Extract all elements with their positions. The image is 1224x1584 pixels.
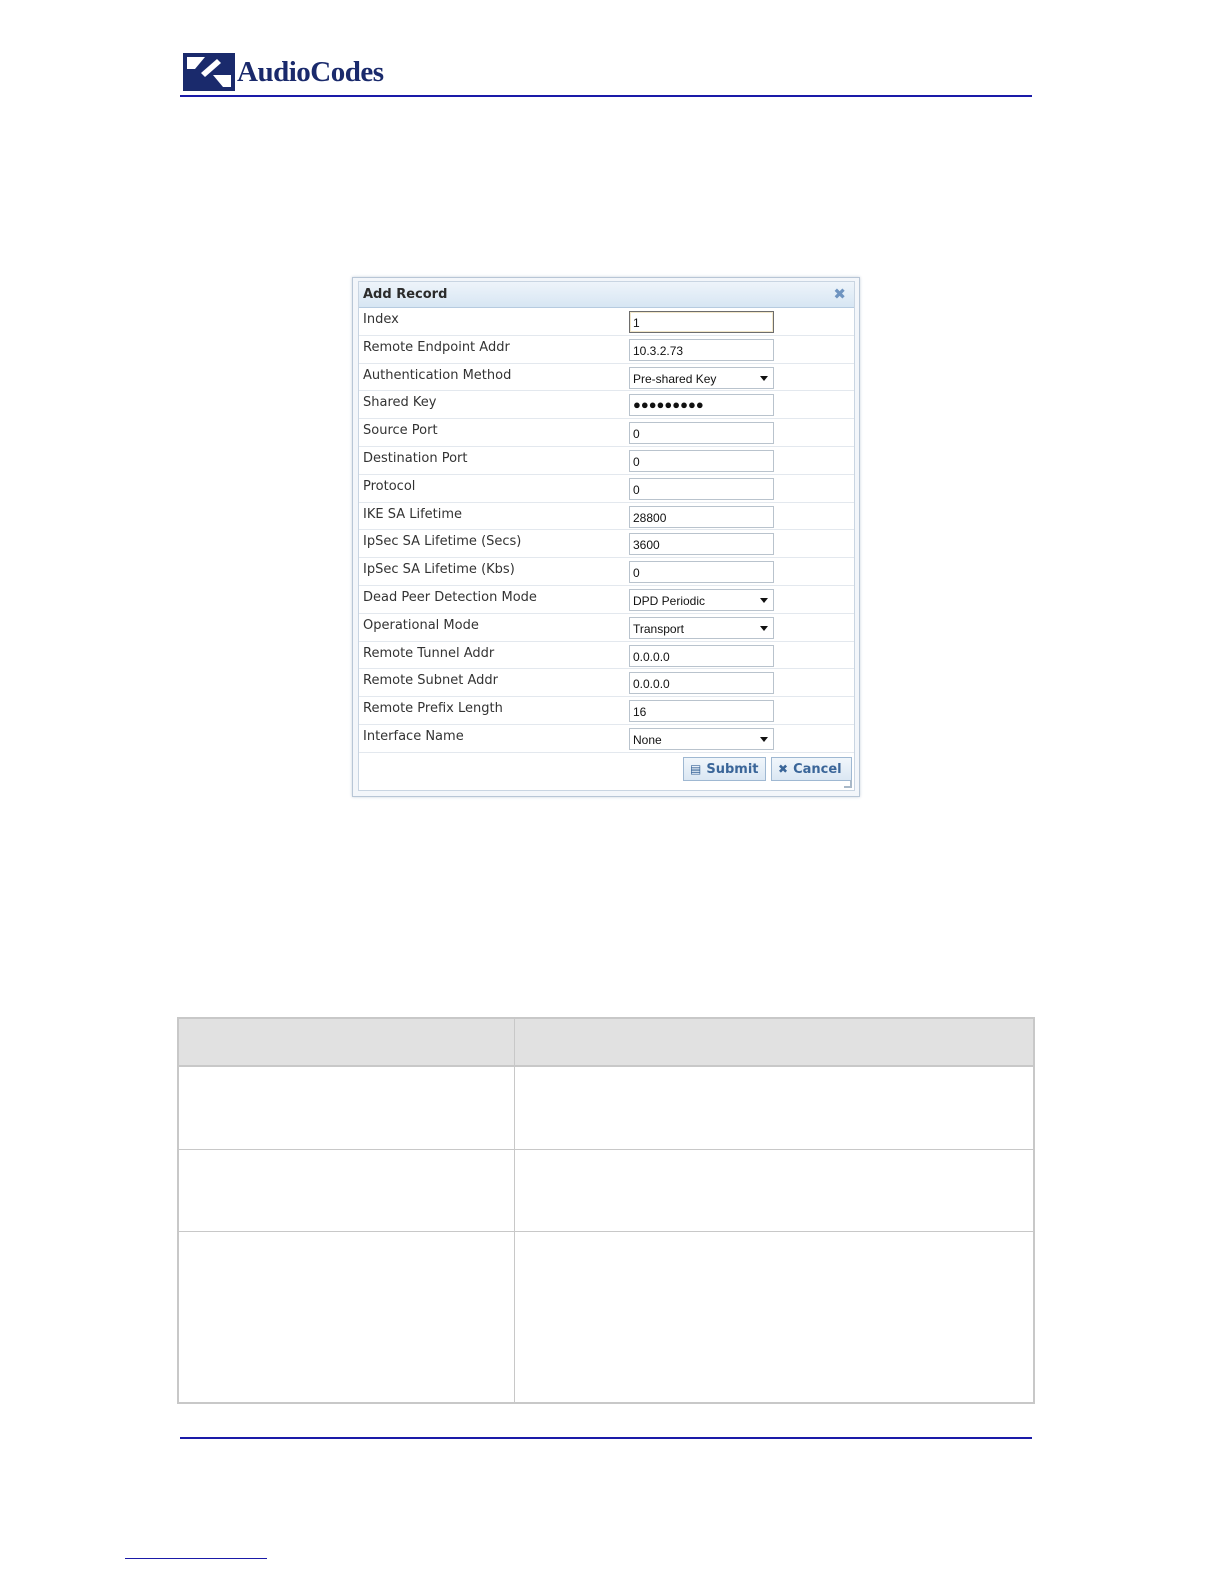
close-icon[interactable]: ✖ [833,285,846,303]
field-value: None [633,732,662,747]
form-row: Dead Peer Detection Mode DPD Periodic [359,586,854,614]
text-input[interactable]: 0 [629,449,774,472]
resize-handle[interactable] [844,780,852,788]
chevron-down-icon[interactable] [760,597,768,603]
dropdown-select[interactable]: Transport [629,616,774,639]
form-row: IKE SA Lifetime 28800 [359,503,854,531]
dialog-body: Add Record ✖ Index 1 Remote Endpoint Addr 1… [358,281,855,791]
row-divider [179,1231,1033,1232]
text-input[interactable]: 0 [629,561,774,584]
field-label: Remote Endpoint Addr [363,339,510,355]
text-input[interactable]: 16 [629,700,774,723]
form-rows: Index 1 Remote Endpoint Addr 10.3.2.73 Authe… [359,308,854,753]
field-label: Remote Tunnel Addr [363,645,495,661]
field-value: 0 [633,454,640,469]
audiocodes-logo-icon [183,53,235,91]
field-value: Pre-shared Key [633,371,717,386]
field-label: Shared Key [363,395,437,411]
text-input[interactable]: 3600 [629,533,774,556]
text-input[interactable]: 0 [629,477,774,500]
dropdown-select[interactable]: None [629,727,774,750]
chevron-down-icon[interactable] [760,736,768,742]
field-label: Authentication Method [363,367,512,383]
footer-rule [180,1437,1032,1439]
form-row: Remote Endpoint Addr 10.3.2.73 [359,336,854,364]
form-row: Index 1 [359,308,854,336]
field-value: 16 [633,705,647,720]
audiocodes-logo: AudioCodes [183,52,384,92]
password-field[interactable]: ●●●●●●●●● [629,394,774,417]
field-label: Index [363,312,399,327]
logo-wordmark: AudioCodes [237,55,384,88]
form-row: Authentication Method Pre-shared Key [359,364,854,392]
field-label: Source Port [363,423,438,439]
header-rule [180,95,1032,97]
text-input[interactable]: 0 [629,422,774,445]
field-label: Operational Mode [363,617,479,633]
cancel-icon: ✖ [778,762,789,776]
field-label: Dead Peer Detection Mode [363,589,537,605]
form-row: Shared Key ●●●●●●●●● [359,391,854,420]
submit-label: Submit [706,762,759,777]
chevron-down-icon[interactable] [760,625,768,631]
button-bar: ▤ Submit ✖ Cancel [359,755,854,785]
form-row: Remote Tunnel Addr 0.0.0.0 [359,642,854,670]
field-label: Protocol [363,478,416,494]
dialog-titlebar[interactable]: Add Record ✖ [359,282,854,308]
field-value: ●●●●●●●●● [633,397,704,413]
parameter-table [177,1017,1035,1404]
form-row: Destination Port 0 [359,447,854,475]
field-value: Transport [633,621,684,636]
form-row: Source Port 0 [359,419,854,447]
cancel-button[interactable]: ✖ Cancel [771,757,852,781]
field-label: IpSec SA Lifetime (Secs) [363,534,522,550]
field-label: Destination Port [363,450,468,466]
dropdown-select[interactable]: DPD Periodic [629,588,774,611]
text-input[interactable]: 28800 [629,505,774,528]
field-label: Remote Prefix Length [363,701,503,717]
form-row: Interface Name None [359,725,854,753]
cancel-label: Cancel [793,762,842,777]
submit-button[interactable]: ▤ Submit [683,757,766,781]
field-value: 0 [633,482,640,497]
footnote-rule [125,1558,267,1559]
field-value: DPD Periodic [633,593,706,608]
field-value: 28800 [633,510,667,525]
field-value: 0.0.0.0 [633,649,670,664]
field-label: IKE SA Lifetime [363,506,463,522]
field-value: 0.0.0.0 [633,677,670,692]
chevron-down-icon[interactable] [760,375,768,381]
table-header [179,1019,1033,1067]
text-input[interactable]: 10.3.2.73 [629,338,774,361]
column-divider [514,1019,515,1402]
dialog-title: Add Record [363,287,448,302]
form-row: Operational Mode Transport [359,614,854,642]
add-record-dialog: Add Record ✖ Index 1 Remote Endpoint Addr 1… [352,277,860,797]
field-value: 1 [633,316,640,330]
form-row: IpSec SA Lifetime (Kbs) 0 [359,558,854,586]
form-row: IpSec SA Lifetime (Secs) 3600 [359,530,854,559]
form-row: Remote Subnet Addr 0.0.0.0 [359,669,854,698]
field-value: 10.3.2.73 [633,343,684,358]
form-row: Protocol 0 [359,475,854,503]
field-value: 3600 [633,538,660,553]
save-icon: ▤ [690,762,702,776]
row-divider [179,1149,1033,1150]
field-label: Interface Name [363,728,464,744]
dropdown-select[interactable]: Pre-shared Key [629,366,774,389]
field-value: 0 [633,427,640,442]
form-row: Remote Prefix Length 16 [359,697,854,725]
field-label: Remote Subnet Addr [363,673,499,689]
text-input[interactable]: 0.0.0.0 [629,644,774,667]
field-value: 0 [633,566,640,581]
text-input[interactable]: 1 [629,311,774,333]
text-input[interactable]: 0.0.0.0 [629,672,774,695]
field-label: IpSec SA Lifetime (Kbs) [363,562,515,578]
